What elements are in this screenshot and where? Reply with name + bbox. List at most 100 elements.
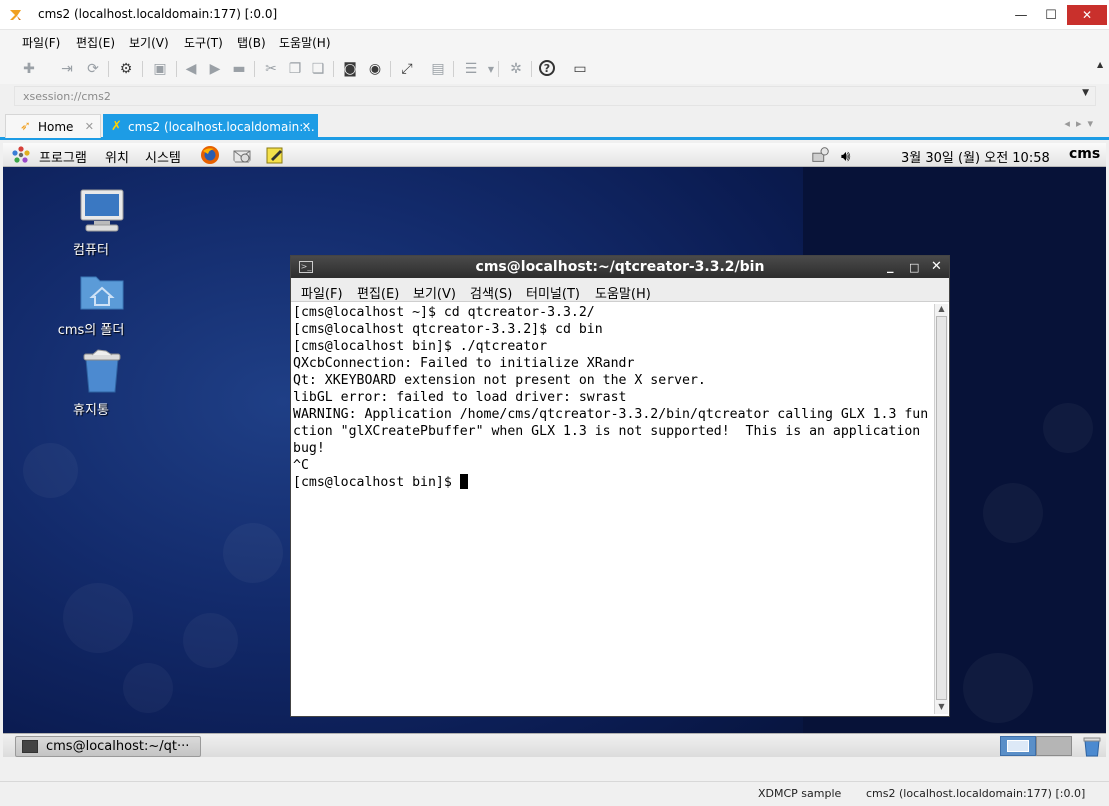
desktop-icon-label: 컴퓨터 xyxy=(73,243,109,258)
tab-home[interactable]: ➶ Home ✕ xyxy=(5,114,101,138)
minimize-button[interactable]: — xyxy=(1007,0,1035,30)
desktop-icon-home-folder[interactable]: cms의 폴더 xyxy=(46,267,136,338)
firefox-icon[interactable] xyxy=(200,145,220,165)
taskbar-terminal-button[interactable]: cms@localhost:~/qt··· xyxy=(15,736,201,757)
screenshot-settings-icon[interactable]: ◉ xyxy=(366,60,384,78)
outer-scrollbar[interactable]: ▲ xyxy=(1097,60,1107,110)
terminal-prompt-line[interactable]: [cms@localhost bin]$ xyxy=(293,474,933,491)
chevron-down-icon[interactable]: ▼ xyxy=(1082,88,1089,98)
menu-tab[interactable]: 탭(B) xyxy=(237,34,266,51)
panel-menu-places[interactable]: 위치 xyxy=(105,147,129,166)
new-session-icon[interactable]: ✚ xyxy=(20,60,38,78)
fullscreen-icon[interactable]: ⤢ xyxy=(398,60,416,78)
terminal-line: Qt: XKEYBOARD extension not present on t… xyxy=(293,373,706,388)
help-icon[interactable]: ? xyxy=(539,60,555,76)
note-edit-icon[interactable] xyxy=(265,145,285,165)
menu-tools[interactable]: 도구(T) xyxy=(184,34,223,51)
scroll-up-icon[interactable]: ▲ xyxy=(936,304,947,315)
remote-desktop: 프로그램 위치 시스템 🔊︎ 3월 30일 (월) 오전 10:58 cms 컴… xyxy=(3,143,1106,757)
folder-icon[interactable]: ▬ xyxy=(230,60,248,78)
workspace-2[interactable] xyxy=(1036,736,1072,756)
chat-icon[interactable]: ▭ xyxy=(571,60,589,78)
window-icon[interactable]: ▣ xyxy=(151,60,169,78)
panel-clock[interactable]: 3월 30일 (월) 오전 10:58 xyxy=(901,147,1050,166)
maximize-button[interactable]: ☐ xyxy=(1037,0,1065,30)
panel-menu-applications[interactable]: 프로그램 xyxy=(39,147,87,166)
panel-menu-system[interactable]: 시스템 xyxy=(145,147,181,166)
desktop-icon-label: cms의 폴더 xyxy=(57,323,125,338)
paste-icon[interactable]: ❏ xyxy=(309,60,327,78)
terminal-menu-help[interactable]: 도움말(H) xyxy=(595,283,651,302)
terminal-title-bar[interactable]: >_ cms@localhost:~/qtcreator-3.3.2/bin _… xyxy=(291,256,949,278)
terminal-line: bug! xyxy=(293,441,325,456)
tab-scroll-arrows[interactable]: ◂▸▾ xyxy=(1064,117,1099,130)
text-cursor xyxy=(459,474,468,489)
close-tab-icon[interactable]: ✕ xyxy=(302,120,311,133)
menu-view[interactable]: 보기(V) xyxy=(129,34,169,51)
desktop-icon-computer[interactable]: 컴퓨터 xyxy=(46,187,136,258)
forward-icon[interactable]: ▶ xyxy=(206,60,224,78)
properties-icon[interactable]: ⚙ xyxy=(117,60,135,78)
trash-icon xyxy=(83,349,120,393)
terminal-prompt: [cms@localhost bin]$ xyxy=(293,475,460,490)
terminal-line: ^C xyxy=(293,458,309,473)
terminal-line: ction "glXCreatePbuffer" when GLX 1.3 is… xyxy=(293,424,921,439)
xmanager-logo-icon: ➶ xyxy=(20,119,31,134)
terminal-minimize-button[interactable]: _ xyxy=(887,259,894,274)
terminal-menu-terminal[interactable]: 터미널(T) xyxy=(526,283,580,302)
copy-icon[interactable]: ❐ xyxy=(286,60,304,78)
menu-file[interactable]: 파일(F) xyxy=(22,34,60,51)
scrollbar-thumb[interactable] xyxy=(936,316,947,700)
layout-icon[interactable]: ☰ xyxy=(462,60,480,78)
open-icon[interactable]: ⇥ xyxy=(58,60,76,78)
terminal-menu-bar: 파일(F) 편집(E) 보기(V) 검색(S) 터미널(T) 도움말(H) xyxy=(291,278,949,302)
back-icon[interactable]: ◀ xyxy=(182,60,200,78)
mail-icon[interactable] xyxy=(232,145,252,165)
terminal-icon xyxy=(22,740,38,753)
desktop-icon-label: 휴지통 xyxy=(73,403,109,418)
terminal-line: [cms@localhost ~]$ cd qtcreator-3.3.2/ xyxy=(293,305,595,320)
trash-icon[interactable] xyxy=(1082,735,1102,757)
settings-icon[interactable]: ✲ xyxy=(507,60,525,78)
terminal-menu-edit[interactable]: 편집(E) xyxy=(357,283,399,302)
address-bar[interactable]: xsession://cms2 ▼ xyxy=(14,86,1096,106)
reconnect-icon[interactable]: ⟳ xyxy=(84,60,102,78)
tab-cms2-label: cms2 (localhost.localdomain:... xyxy=(128,120,315,134)
status-bar: XDMCP sample cms2 (localhost.localdomain… xyxy=(0,781,1109,806)
terminal-title: cms@localhost:~/qtcreator-3.3.2/bin xyxy=(475,259,765,275)
terminal-line: [cms@localhost qtcreator-3.3.2]$ cd bin xyxy=(293,322,603,337)
terminal-menu-search[interactable]: 검색(S) xyxy=(470,283,512,302)
x-logo-icon: ✗ xyxy=(111,119,122,134)
close-button[interactable]: ✕ xyxy=(1067,5,1107,25)
terminal-output[interactable]: [cms@localhost ~]$ cd qtcreator-3.3.2/ [c… xyxy=(293,304,933,714)
title-bar: cms2 (localhost.localdomain:177) [:0.0] … xyxy=(0,0,1109,30)
camera-icon[interactable]: ◙ xyxy=(341,60,359,78)
volume-icon[interactable]: 🔊︎ xyxy=(841,147,850,165)
taskbar-terminal-label: cms@localhost:~/qt··· xyxy=(46,739,190,754)
terminal-scrollbar[interactable]: ▲ ▼ xyxy=(934,304,948,714)
tab-home-label: Home xyxy=(38,120,74,134)
scroll-down-icon[interactable]: ▼ xyxy=(936,702,947,713)
terminal-line: libGL error: failed to load driver: swra… xyxy=(293,390,627,405)
network-icon[interactable] xyxy=(811,145,831,165)
terminal-line: QXcbConnection: Failed to initialize XRa… xyxy=(293,356,635,371)
panel-user[interactable]: cms xyxy=(1069,146,1100,162)
terminal-maximize-button[interactable]: □ xyxy=(909,261,919,274)
close-tab-icon[interactable]: ✕ xyxy=(85,120,94,133)
menu-help[interactable]: 도움말(H) xyxy=(279,34,331,51)
menu-edit[interactable]: 편집(E) xyxy=(76,34,115,51)
terminal-line: WARNING: Application /home/cms/qtcreator… xyxy=(293,407,929,422)
gnome-top-panel: 프로그램 위치 시스템 🔊︎ 3월 30일 (월) 오전 10:58 cms xyxy=(3,143,1106,167)
terminal-menu-view[interactable]: 보기(V) xyxy=(413,283,456,302)
tab-cms2[interactable]: ✗ cms2 (localhost.localdomain:... ✕ xyxy=(103,114,318,138)
layers-icon[interactable]: ▤ xyxy=(429,60,447,78)
terminal-menu-file[interactable]: 파일(F) xyxy=(301,283,343,302)
terminal-window[interactable]: >_ cms@localhost:~/qtcreator-3.3.2/bin _… xyxy=(290,255,950,717)
desktop-icon-trash[interactable]: 휴지통 xyxy=(46,347,136,418)
address-value[interactable]: xsession://cms2 xyxy=(23,90,111,103)
terminal-close-button[interactable]: ✕ xyxy=(931,259,942,274)
gnome-foot-icon[interactable] xyxy=(11,145,31,165)
toolbar: ✚ ⇥ ⟳ ⚙ ▣ ◀ ▶ ▬ ✂ ❐ ❏ ◙ ◉ ⤢ ▤ ☰ ▼ ✲ ? ▭ xyxy=(0,54,1109,84)
workspace-1[interactable] xyxy=(1000,736,1036,756)
cut-icon[interactable]: ✂ xyxy=(262,60,280,78)
